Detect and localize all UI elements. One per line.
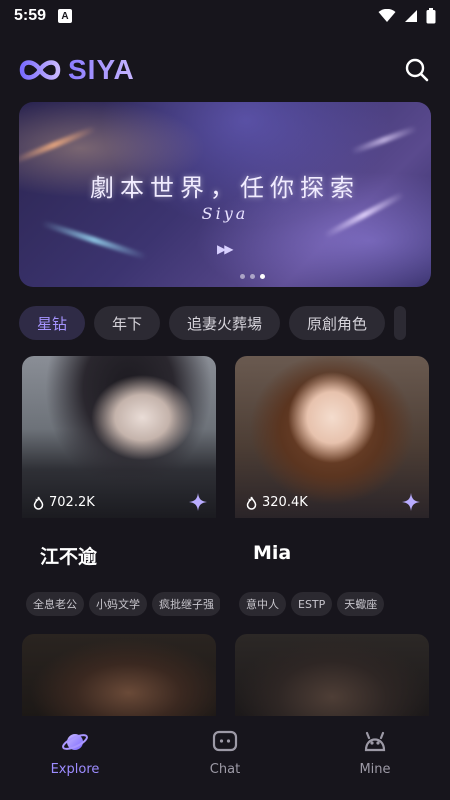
search-icon [405,58,429,82]
chat-icon [212,730,238,752]
app-header: SIYA [0,48,450,92]
bottom-tab-bar: Explore Chat Mine [0,716,450,800]
status-indicators [378,8,436,24]
tag-chip-overflow[interactable] [394,306,407,340]
character-card[interactable]: 320.4K Mia 意中人 ESTP 天蠍座 [235,356,429,626]
card-tag: 疯批继子强 [152,592,220,616]
fire-icon [33,496,44,510]
notification-icon: A [58,9,73,23]
status-bar: 5:59 A [0,0,450,32]
sparkle-icon[interactable] [401,492,421,512]
card-name: 江不逾 [40,546,98,568]
tag-filter-row: 星钻 年下 追妻火葬場 原創角色 [19,306,450,340]
wifi-icon [378,9,396,22]
character-portrait: 702.2K [22,356,216,518]
card-tag: 全息老公 [26,592,84,616]
banner-page-dot[interactable] [250,274,255,279]
character-card-partial[interactable] [235,634,429,718]
banner-subtitle: Siya [201,204,249,223]
character-portrait: 320.4K [235,356,429,518]
banner-pagination [240,274,265,279]
banner-title: 劇本世界，任你探索 [90,174,360,202]
card-tags: 意中人 ESTP 天蠍座 [239,592,433,616]
app-name: SIYA [68,54,135,85]
card-stats: 320.4K [245,495,308,510]
tab-label: Mine [359,762,391,777]
tab-explore[interactable]: Explore [0,716,150,800]
siya-logo-icon [19,60,61,80]
tab-label: Chat [209,762,241,777]
tab-label: Explore [50,762,100,777]
search-button[interactable] [402,55,432,85]
banner-page-dot[interactable] [240,274,245,279]
tab-mine[interactable]: Mine [300,716,450,800]
banner-light-streak [40,220,148,260]
card-tag: 意中人 [239,592,286,616]
card-tag: 小妈文学 [89,592,147,616]
card-tags: 全息老公 小妈文学 疯批继子强 [26,592,220,616]
card-name: Mia [253,542,292,564]
profile-icon [364,731,386,752]
signal-icon [405,10,417,22]
card-count: 702.2K [49,495,95,510]
tag-chip[interactable]: 追妻火葬場 [169,306,281,340]
tag-chip[interactable]: 星钻 [19,306,86,340]
fire-icon [246,496,257,510]
character-card-partial[interactable] [22,634,216,718]
card-tag: 天蠍座 [337,592,385,616]
tag-chip[interactable]: 年下 [94,306,161,340]
banner-light-streak [350,125,418,155]
sparkle-icon[interactable] [188,492,208,512]
planet-icon [62,734,88,750]
tag-chip[interactable]: 原創角色 [289,306,386,340]
promo-banner[interactable]: 劇本世界，任你探索 Siya ▶▶ [19,102,431,287]
status-time: 5:59 [14,7,47,24]
card-tag: ESTP [291,592,333,616]
card-stats: 702.2K [32,495,95,510]
app-logo: SIYA [18,54,135,86]
character-card[interactable]: 702.2K 江不逾 全息老公 小妈文学 疯批继子强 [22,356,220,626]
tab-chat[interactable]: Chat [150,716,300,800]
banner-page-dot-active[interactable] [260,274,265,279]
card-count: 320.4K [262,495,308,510]
banner-light-streak [19,125,97,165]
battery-icon [426,8,436,24]
banner-play-icon: ▶▶ [217,242,234,256]
